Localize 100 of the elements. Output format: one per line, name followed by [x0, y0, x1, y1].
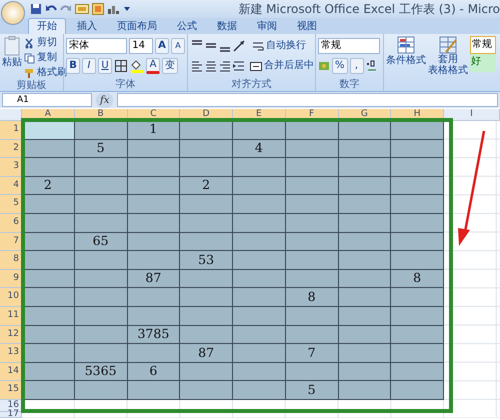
wrap-text-button[interactable]: 自动换行 [252, 39, 306, 53]
ribbon-tab[interactable]: 开始 [28, 18, 66, 34]
font-name-field[interactable]: 宋体 [66, 38, 128, 54]
ribbon-tab[interactable]: 插入 [68, 18, 106, 34]
copy-icon[interactable] [24, 52, 35, 64]
table-cell[interactable] [22, 158, 75, 177]
underline-button[interactable]: U [98, 58, 112, 74]
italic-button[interactable]: I [82, 58, 96, 74]
window-icon[interactable] [92, 3, 104, 15]
table-cell[interactable] [74, 121, 128, 140]
table-cell[interactable]: 4 [233, 140, 286, 158]
table-cell[interactable] [233, 176, 286, 196]
table-cell[interactable] [391, 251, 444, 270]
table-cell[interactable] [391, 121, 444, 140]
table-cell[interactable] [233, 306, 286, 326]
copy-button[interactable]: 复制 [24, 51, 67, 65]
table-cell[interactable] [128, 195, 180, 214]
table-cell[interactable] [338, 344, 392, 363]
table-cell[interactable] [74, 214, 128, 233]
table-cell[interactable] [22, 288, 75, 307]
border-icon[interactable] [114, 59, 128, 73]
table-cell[interactable] [74, 270, 128, 288]
table-cell[interactable] [233, 326, 286, 344]
row-header[interactable]: 3 [0, 158, 22, 177]
table-cell[interactable] [128, 176, 180, 196]
row-header[interactable]: 2 [0, 140, 22, 158]
table-cell[interactable] [233, 195, 286, 214]
table-cell[interactable] [22, 251, 75, 270]
row-header[interactable]: 4 [0, 176, 22, 196]
table-cell[interactable] [180, 270, 233, 288]
table-cell[interactable] [286, 121, 338, 140]
table-cell[interactable] [286, 214, 338, 233]
table-cell[interactable] [338, 195, 392, 214]
table-cell[interactable] [74, 344, 128, 363]
merge-center-button[interactable]: 合并后居中 [250, 59, 314, 73]
table-cell[interactable] [338, 232, 392, 252]
column-header[interactable]: I [444, 109, 500, 121]
table-cell[interactable] [180, 214, 233, 233]
paste-button[interactable]: 粘贴 [2, 36, 22, 80]
number-format-field[interactable]: 常规 [318, 38, 380, 54]
table-cell[interactable]: 8 [286, 288, 338, 307]
clipboard-icon[interactable] [2, 36, 22, 56]
table-cell[interactable] [391, 158, 444, 177]
table-cell[interactable] [391, 288, 444, 307]
align-icon[interactable] [190, 59, 202, 73]
style-option[interactable]: 常规 [470, 36, 496, 54]
table-cell[interactable]: 3785 [128, 326, 180, 344]
office-button[interactable] [1, 1, 25, 25]
save-icon[interactable] [30, 3, 42, 15]
table-cell[interactable] [338, 381, 392, 400]
table-cell[interactable] [233, 251, 286, 270]
table-cell[interactable] [180, 362, 233, 382]
table-cell[interactable] [233, 362, 286, 382]
table-cell[interactable] [391, 306, 444, 326]
table-cell[interactable]: 5365 [74, 362, 128, 382]
table-cell[interactable] [74, 326, 128, 344]
grow-font-button[interactable]: A [155, 38, 169, 54]
ribbon-tab[interactable]: 公式 [168, 18, 206, 34]
table-cell[interactable] [233, 288, 286, 307]
ribbon-tab[interactable]: 页面布局 [108, 18, 166, 34]
table-cell[interactable] [391, 176, 444, 196]
wrap-icon[interactable] [252, 40, 264, 52]
table-cell[interactable] [338, 176, 392, 196]
ribbon-tab[interactable]: 数据 [208, 18, 246, 34]
fill-color-icon[interactable] [130, 59, 144, 73]
conditional-format-button[interactable]: 条件格式 [386, 36, 426, 79]
table-cell[interactable] [128, 381, 180, 400]
table-cell[interactable]: 7 [286, 344, 338, 363]
table-cell[interactable] [128, 344, 180, 363]
table-cell[interactable] [180, 195, 233, 214]
table-cell[interactable]: 65 [74, 232, 128, 252]
row-header[interactable]: 11 [0, 306, 22, 326]
row-header[interactable]: 8 [0, 251, 22, 270]
table-cell[interactable] [286, 251, 338, 270]
style-option[interactable]: 好 [470, 54, 496, 72]
table-cell[interactable] [338, 158, 392, 177]
table-cell[interactable]: 5 [286, 381, 338, 400]
table-cell[interactable] [338, 270, 392, 288]
table-cell[interactable] [391, 381, 444, 400]
table-cell[interactable]: 87 [180, 344, 233, 363]
table-cell[interactable] [391, 140, 444, 158]
table-cell[interactable]: 8 [391, 270, 444, 288]
ribbon-tab[interactable]: 视图 [288, 18, 326, 34]
formula-input[interactable] [117, 93, 498, 107]
table-cell[interactable] [391, 362, 444, 382]
cut-button[interactable]: 剪切 [24, 36, 67, 50]
name-box[interactable]: A1 [2, 93, 92, 107]
row-header[interactable]: 14 [0, 362, 22, 382]
row-header[interactable]: 17 [0, 412, 22, 418]
align-icon[interactable] [218, 59, 230, 73]
table-cell[interactable]: 2 [180, 176, 233, 196]
table-cell[interactable] [233, 158, 286, 177]
table-cell[interactable] [22, 344, 75, 363]
table-cell[interactable] [74, 306, 128, 326]
table-cell[interactable] [233, 121, 286, 140]
table-cell[interactable] [74, 158, 128, 177]
table-cell[interactable] [338, 251, 392, 270]
table-cell[interactable] [233, 214, 286, 233]
table-cell[interactable] [233, 232, 286, 252]
phonetic-button[interactable]: 变 [162, 58, 178, 74]
